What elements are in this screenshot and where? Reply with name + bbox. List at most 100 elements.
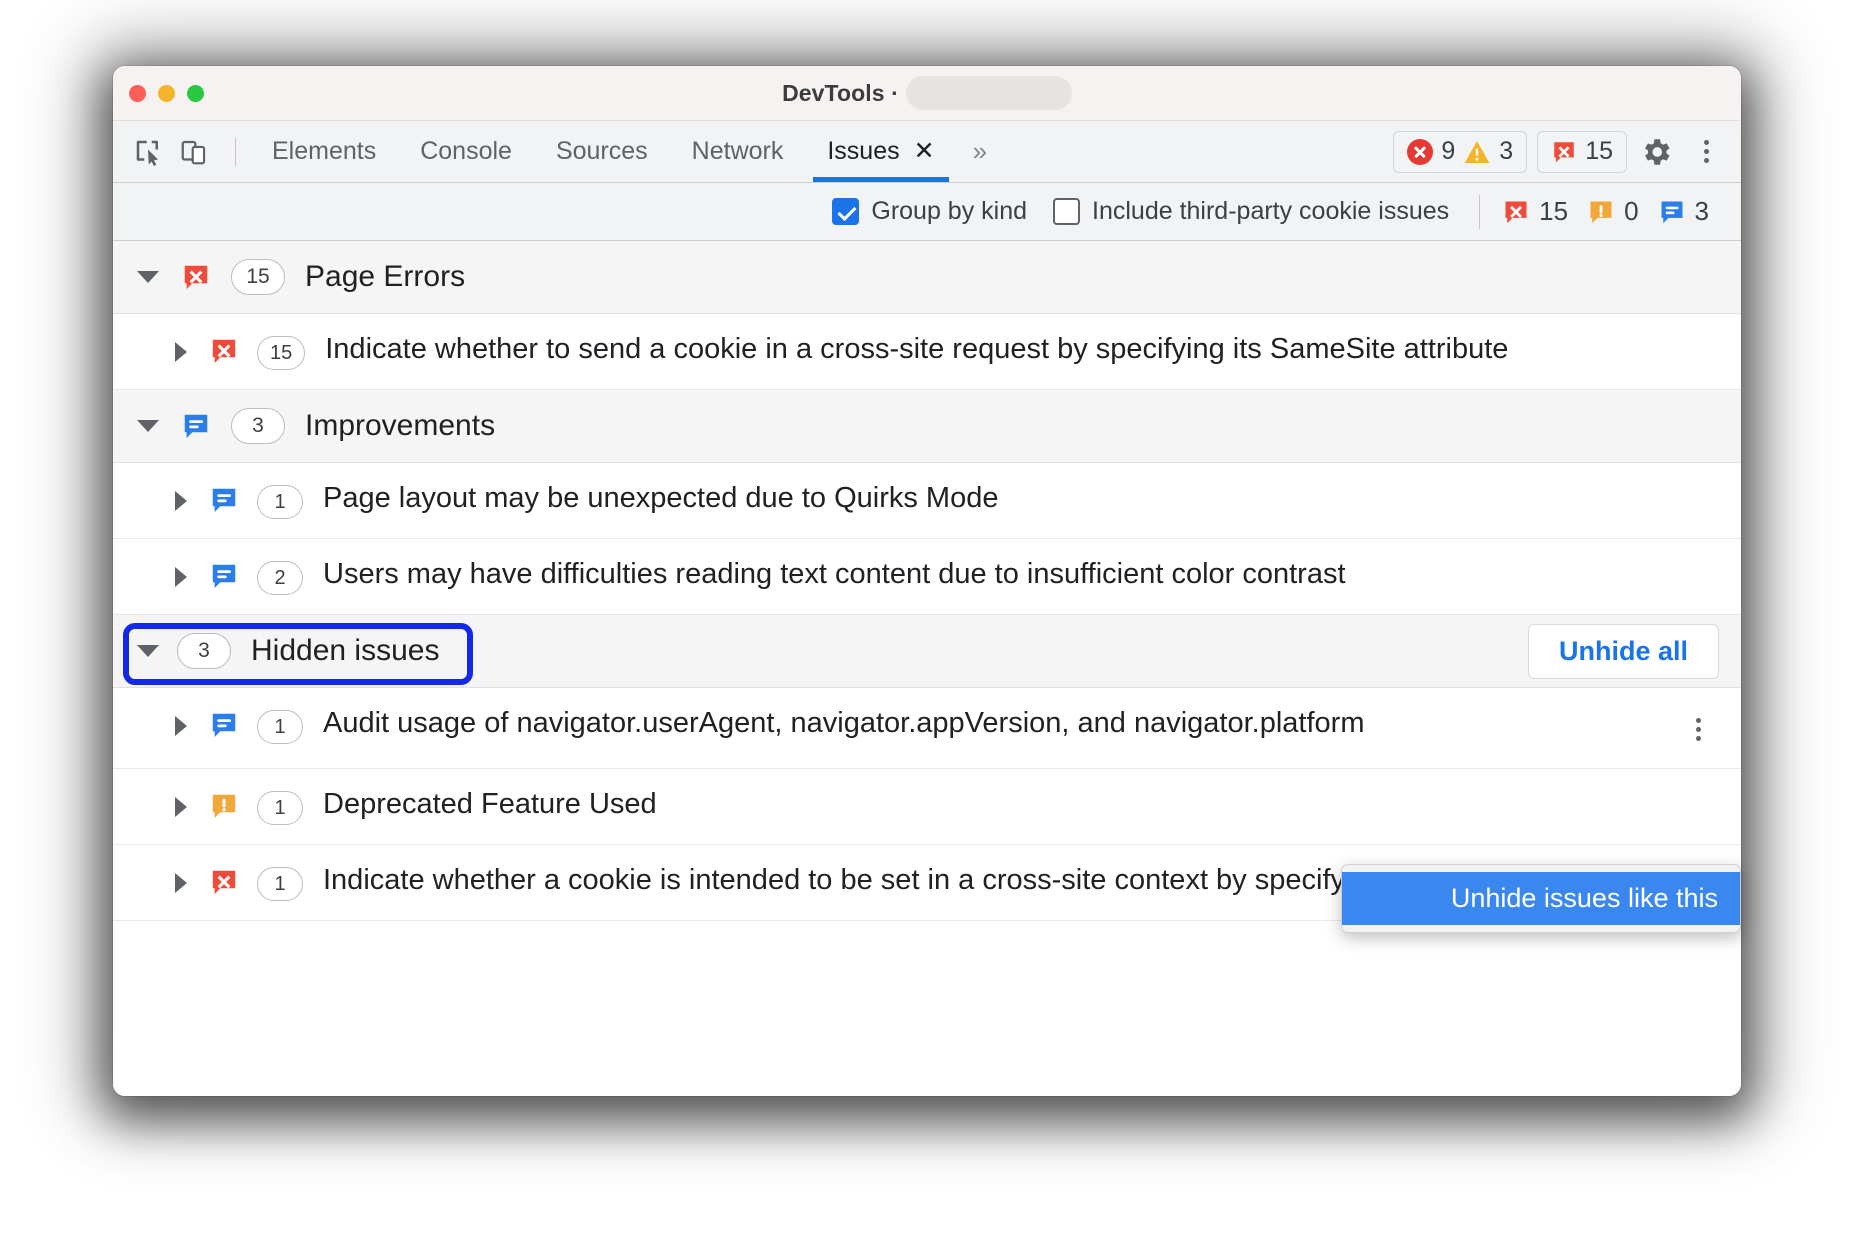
tab-console[interactable]: Console — [398, 121, 534, 182]
traffic-lights — [113, 85, 204, 102]
group-count: 15 — [231, 259, 285, 295]
error-bubble-icon — [209, 336, 239, 371]
tab-sources-label: Sources — [556, 137, 648, 166]
warning-triangle-icon — [1463, 139, 1491, 165]
issue-title: Indicate whether to send a cookie in a c… — [325, 332, 1719, 367]
filterbar-counts: 15 0 3 — [1502, 196, 1719, 227]
tab-console-label: Console — [420, 137, 512, 166]
issue-count: 1 — [257, 867, 303, 901]
issues-count: 15 — [1585, 137, 1613, 166]
checkbox-icon-unchecked[interactable] — [1053, 198, 1080, 225]
issue-row[interactable]: 1 Audit usage of navigator.userAgent, na… — [113, 688, 1741, 769]
issue-count: 1 — [257, 791, 303, 825]
issue-count: 1 — [257, 485, 303, 519]
zoom-window-button[interactable] — [187, 85, 204, 102]
chevron-right-icon[interactable] — [175, 873, 187, 893]
issue-title: Audit usage of navigator.userAgent, navi… — [323, 706, 1677, 741]
group-title: Page Errors — [305, 260, 465, 294]
chevron-down-icon[interactable] — [137, 420, 159, 432]
info-bubble-icon — [209, 485, 239, 520]
issue-row[interactable]: 1 Deprecated Feature Used — [113, 769, 1741, 845]
unhide-all-button[interactable]: Unhide all — [1528, 624, 1719, 679]
chevron-right-icon[interactable] — [175, 567, 187, 587]
filterbar-divider — [1479, 195, 1480, 229]
include-third-party-label: Include third-party cookie issues — [1092, 197, 1449, 226]
more-tabs-icon[interactable]: » — [957, 121, 1003, 182]
tab-sources[interactable]: Sources — [534, 121, 670, 182]
issue-count: 1 — [257, 710, 303, 744]
tabbar-divider — [235, 138, 236, 166]
tab-list: Elements Console Sources Network Issues … — [250, 121, 1003, 182]
console-error-count: 9 — [1441, 137, 1455, 166]
screenshot-root: DevTools · — [0, 0, 1854, 1244]
devtools-window: DevTools · — [113, 66, 1741, 1096]
group-header-page-errors[interactable]: 15 Page Errors — [113, 241, 1741, 314]
error-bubble-icon — [209, 867, 239, 902]
tab-elements[interactable]: Elements — [250, 121, 398, 182]
issue-count: 15 — [257, 336, 305, 370]
issue-title: Users may have difficulties reading text… — [323, 557, 1719, 592]
warning-bubble-icon — [209, 791, 239, 826]
group-by-kind-label: Group by kind — [871, 197, 1027, 226]
group-count: 3 — [177, 633, 231, 669]
window-title-container: DevTools · — [113, 66, 1741, 120]
info-bubble-icon — [209, 710, 239, 745]
window-title: DevTools · — [782, 80, 899, 107]
tab-network-label: Network — [692, 137, 784, 166]
console-warning-count: 3 — [1499, 137, 1513, 166]
issues-filter-bar: Group by kind Include third-party cookie… — [113, 183, 1741, 241]
close-window-button[interactable] — [129, 85, 146, 102]
tabbar-right-controls: 9 3 — [1393, 121, 1741, 182]
error-bubble-icon — [181, 262, 211, 292]
info-bubble-icon — [1658, 198, 1686, 226]
group-count: 3 — [231, 408, 285, 444]
issue-row[interactable]: 15 Indicate whether to send a cookie in … — [113, 314, 1741, 390]
chevron-right-icon[interactable] — [175, 716, 187, 736]
tabbar-tools — [113, 121, 250, 182]
error-circle-icon — [1407, 139, 1433, 165]
include-third-party-checkbox[interactable]: Include third-party cookie issues — [1053, 197, 1449, 226]
group-by-kind-checkbox[interactable]: Group by kind — [832, 197, 1027, 226]
minimize-window-button[interactable] — [158, 85, 175, 102]
group-title: Improvements — [305, 409, 495, 443]
tab-elements-label: Elements — [272, 137, 376, 166]
issue-title: Page layout may be unexpected due to Qui… — [323, 481, 1719, 516]
chevron-right-icon[interactable] — [175, 342, 187, 362]
group-header-improvements[interactable]: 3 Improvements — [113, 390, 1741, 463]
window-title-redacted-url — [906, 76, 1072, 110]
info-bubble-icon — [181, 411, 211, 441]
issue-title: Deprecated Feature Used — [323, 787, 1719, 822]
main-menu-icon[interactable] — [1685, 131, 1727, 173]
tab-issues-label: Issues — [827, 137, 899, 166]
issue-row-menu-icon[interactable] — [1677, 708, 1719, 750]
device-toolbar-icon[interactable] — [175, 133, 213, 171]
chevron-down-icon[interactable] — [137, 645, 159, 657]
filter-improvement-count: 3 — [1695, 196, 1709, 227]
warning-bubble-icon — [1587, 198, 1615, 226]
menu-item-unhide-issues-like-this[interactable]: Unhide issues like this — [1342, 872, 1740, 925]
devtools-tabbar: Elements Console Sources Network Issues … — [113, 121, 1741, 183]
error-bubble-icon — [1551, 139, 1577, 165]
checkbox-icon-checked[interactable] — [832, 198, 859, 225]
close-icon[interactable]: ✕ — [914, 139, 935, 164]
issue-count: 2 — [257, 561, 303, 595]
group-title: Hidden issues — [251, 634, 439, 668]
filter-warning-count: 0 — [1624, 196, 1638, 227]
filter-error-count: 15 — [1539, 196, 1568, 227]
gear-icon[interactable] — [1637, 133, 1675, 171]
tab-network[interactable]: Network — [670, 121, 806, 182]
issues-list: 15 Page Errors 15 Indicate whether to se… — [113, 241, 1741, 1096]
chevron-right-icon[interactable] — [175, 797, 187, 817]
tab-issues[interactable]: Issues ✕ — [805, 121, 956, 182]
issue-context-menu: Unhide issues like this — [1341, 864, 1741, 933]
console-counters[interactable]: 9 3 — [1393, 131, 1527, 173]
window-titlebar: DevTools · — [113, 66, 1741, 121]
chevron-right-icon[interactable] — [175, 491, 187, 511]
inspect-element-icon[interactable] — [129, 133, 167, 171]
group-header-hidden-issues[interactable]: 3 Hidden issues Unhide all — [113, 615, 1741, 688]
issue-row[interactable]: 1 Page layout may be unexpected due to Q… — [113, 463, 1741, 539]
chevron-down-icon[interactable] — [137, 271, 159, 283]
issues-counter-pill[interactable]: 15 — [1537, 131, 1627, 173]
error-bubble-icon — [1502, 198, 1530, 226]
issue-row[interactable]: 2 Users may have difficulties reading te… — [113, 539, 1741, 615]
